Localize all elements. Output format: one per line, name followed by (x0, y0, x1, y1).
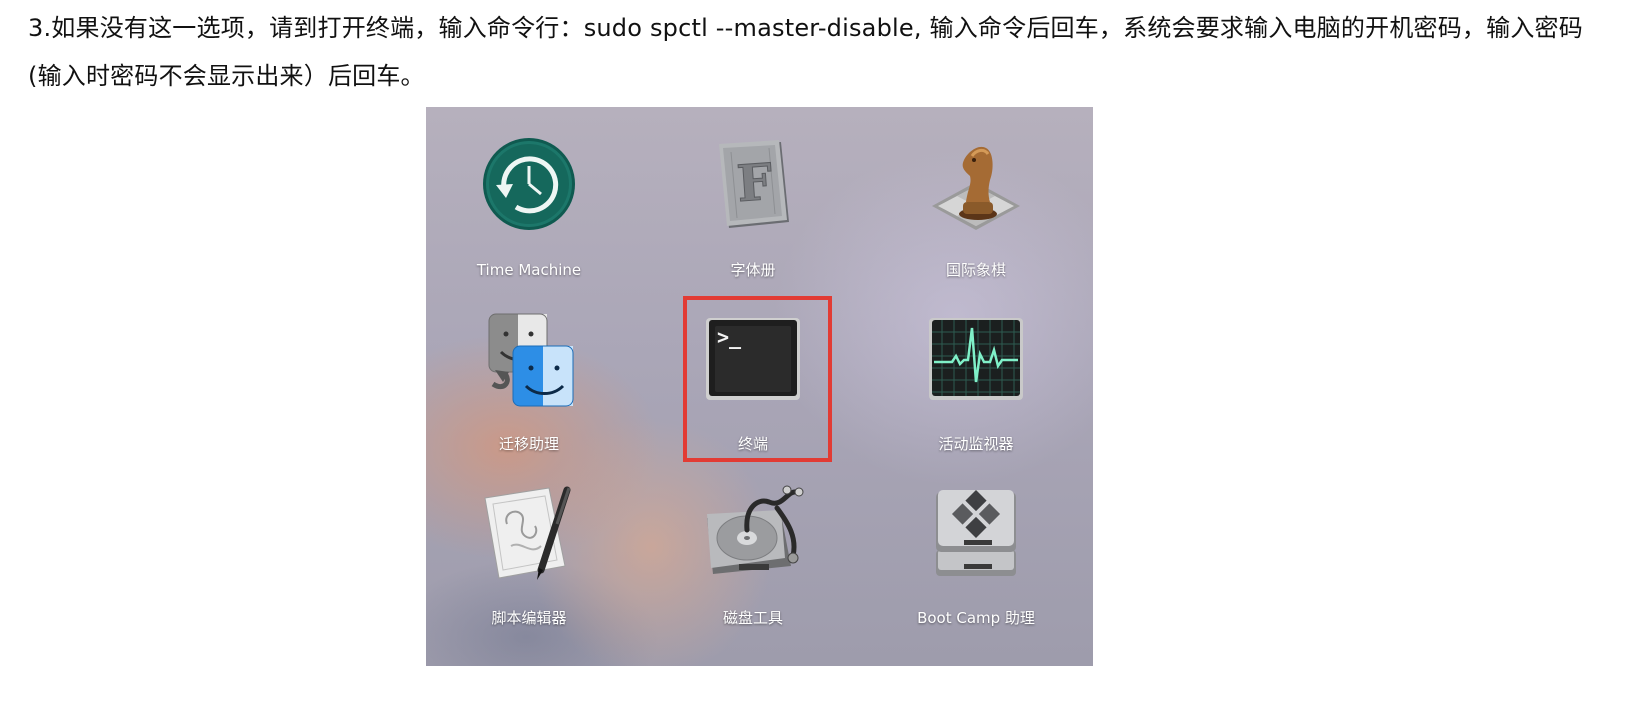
app-time-machine[interactable]: Time Machine (434, 124, 624, 284)
chess-icon (932, 146, 1020, 230)
app-chess[interactable]: 国际象棋 (881, 124, 1071, 284)
app-boot-camp-assistant[interactable]: Boot Camp 助理 (881, 472, 1071, 632)
app-terminal[interactable]: >_ 终端 (658, 298, 848, 458)
svg-text:F: F (735, 152, 775, 213)
app-label: Time Machine (476, 261, 582, 279)
app-label: 脚本编辑器 (491, 609, 567, 627)
terminal-icon: >_ (706, 318, 800, 400)
app-label: 活动监视器 (938, 435, 1014, 453)
app-label: 终端 (737, 435, 768, 453)
app-disk-utility[interactable]: 磁盘工具 (658, 472, 848, 632)
app-label: 国际象棋 (945, 261, 1006, 279)
script-editor-icon (484, 486, 571, 580)
font-book-icon: F (719, 140, 789, 228)
app-font-book[interactable]: F 字体册 (658, 124, 848, 284)
app-label: Boot Camp 助理 (917, 609, 1035, 627)
disk-utility-icon (707, 485, 804, 574)
migration-assistant-icon (488, 313, 574, 407)
instruction-text: 3.如果没有这一选项，请到打开终端，输入命令行：sudo spctl --mas… (28, 14, 1583, 90)
launchpad-screenshot: Time Machine F 字体册 国际象棋 迁移助理 >_ 终端 活动监视器… (426, 107, 1093, 666)
app-label: 迁移助理 (498, 435, 559, 453)
terminal-prompt: >_ (717, 325, 742, 349)
app-script-editor[interactable]: 脚本编辑器 (434, 472, 624, 632)
app-activity-monitor[interactable]: 活动监视器 (881, 298, 1071, 458)
time-machine-icon (483, 138, 575, 230)
app-label: 字体册 (730, 261, 776, 279)
activity-monitor-icon (929, 318, 1023, 400)
app-label: 磁盘工具 (722, 609, 783, 627)
boot-camp-icon (936, 489, 1016, 576)
app-migration-assistant[interactable]: 迁移助理 (434, 298, 624, 458)
